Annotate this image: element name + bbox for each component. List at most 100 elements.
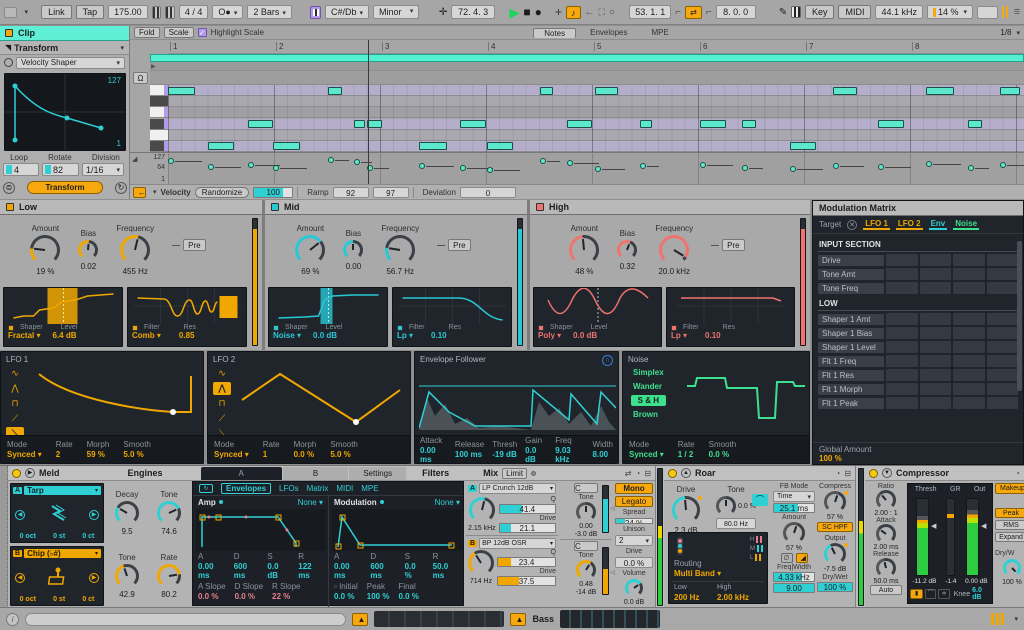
randomize-amount-field[interactable]: 100 — [253, 187, 293, 198]
shaper-type-select[interactable]: Fractal ▾ — [8, 331, 40, 340]
transform-pin-icon[interactable]: ⊜ — [3, 182, 15, 194]
punch-in-icon[interactable]: ⌐ — [675, 7, 681, 18]
save-preset-icon[interactable]: ⊟ — [644, 469, 651, 478]
clip-launch-button[interactable]: ▲ — [352, 613, 368, 626]
filter-b-pan-field[interactable]: C — [574, 541, 598, 551]
device-on-button[interactable] — [668, 469, 677, 478]
piano-key[interactable] — [150, 141, 168, 152]
subtab-matrix[interactable]: Matrix — [307, 484, 329, 493]
transform-collapse-icon[interactable]: ▾ — [120, 44, 124, 52]
matrix-target-label[interactable]: Flt 1 Res — [818, 370, 884, 381]
transfer-curve-button[interactable]: ⌒ — [925, 589, 936, 599]
lfo1-morph[interactable]: Morph59 % — [87, 440, 110, 459]
midi-note[interactable] — [367, 120, 382, 128]
midi-note[interactable] — [354, 120, 365, 128]
clear-target-icon[interactable]: ✕ — [847, 220, 857, 230]
mod-sustain[interactable]: S0.0 % — [405, 552, 424, 580]
routing-mode-select[interactable]: Multi Band ▾ — [674, 569, 721, 578]
scroll-strip[interactable] — [25, 613, 346, 626]
nudge-up-icon[interactable] — [165, 6, 175, 19]
midi-map-button[interactable]: MIDI — [838, 5, 871, 19]
clip-overview[interactable] — [560, 610, 660, 628]
noise-mode[interactable]: ModeSynced ▾ — [629, 440, 664, 459]
amount-knob[interactable]: Amount48 % — [569, 224, 599, 276]
bias-knob[interactable]: Bias0.32 — [617, 229, 637, 271]
matrix-cell[interactable] — [953, 355, 985, 367]
matrix-target-label[interactable]: Drive — [818, 255, 884, 266]
roar-tone-freq-field[interactable]: 80.0 Hz — [716, 518, 756, 529]
envf-thresh[interactable]: Thresh-19 dB — [492, 440, 517, 459]
crossover-high-field[interactable]: 2.00 kHz — [717, 593, 749, 602]
highlight-scale-checkbox[interactable]: ✓ — [198, 28, 207, 37]
scale-fold-button[interactable]: Scale — [164, 27, 194, 38]
mod-peak[interactable]: Peak100 % — [367, 582, 390, 601]
matrix-cell[interactable] — [886, 327, 918, 339]
midi-note[interactable] — [487, 142, 513, 150]
deviation-field[interactable]: 0 — [460, 187, 516, 198]
clip-stop-button[interactable]: ▲ — [510, 613, 526, 626]
lfo2-mode[interactable]: ModeSynced ▾ — [214, 440, 249, 459]
matrix-cell[interactable] — [953, 313, 985, 325]
velocity-marker[interactable] — [790, 166, 796, 172]
lane-select-chevron-icon[interactable]: ▾ — [153, 188, 157, 196]
lane-type-icon[interactable]: ◢ — [132, 155, 137, 163]
fb-mode-select[interactable]: Time▾ — [773, 491, 815, 502]
shaper-type-select[interactable]: Poly ▾ — [538, 331, 561, 340]
loop-start-field[interactable]: 53. 1. 1 — [629, 5, 671, 19]
filter-a-q-field[interactable]: 41.4 — [499, 504, 556, 514]
link-button[interactable]: Link — [41, 5, 72, 19]
filter-type-select[interactable]: Comb ▾ — [132, 331, 161, 340]
matrix-cell[interactable] — [987, 383, 1019, 395]
division-field[interactable]: 1/16▾ — [82, 163, 124, 176]
quantization-field[interactable]: 2 Bars▾ — [247, 5, 292, 19]
amp-r-slope[interactable]: R Slope22 % — [272, 582, 300, 601]
out-value[interactable]: 0.00 dB — [965, 578, 987, 585]
filter-b-type-select[interactable]: BP 12dB OSR▾ — [479, 538, 556, 549]
cpu-meter[interactable]: 14 %▾ — [927, 5, 973, 19]
bias-knob[interactable]: Bias0.02 — [78, 229, 98, 271]
matrix-cell[interactable] — [953, 282, 985, 294]
filter-b-drive-field[interactable]: 37.5 — [497, 576, 556, 586]
scale-mode-button[interactable] — [310, 6, 321, 19]
filter-a-drive-field[interactable]: 21.1 — [499, 523, 556, 533]
engine-b-oct[interactable]: 0 oct — [20, 596, 36, 603]
lfo-wave-icon-2[interactable]: ⊓ — [213, 397, 231, 410]
threshold-meter[interactable] — [916, 498, 929, 576]
output-handle-icon[interactable]: ◀ — [981, 522, 986, 530]
filter-res-field[interactable]: 0.10 — [431, 331, 447, 340]
lfo2-morph[interactable]: Morph0.0 % — [294, 440, 317, 459]
matrix-target-label[interactable]: Shaper 1 Bias — [818, 328, 884, 339]
source-env[interactable]: Env — [929, 219, 948, 230]
subtab-lfos[interactable]: LFOs — [279, 484, 299, 493]
nudge-down-icon[interactable] — [152, 6, 162, 19]
matrix-cell[interactable] — [953, 268, 985, 280]
midi-note[interactable] — [168, 87, 195, 95]
matrix-cell[interactable] — [886, 268, 918, 280]
engine-b-select[interactable]: Chip (♭#)▾ — [24, 549, 101, 558]
collapse-toolbar-icon[interactable] — [4, 7, 17, 18]
toolbar-chevron-icon[interactable]: ▾ — [24, 8, 28, 16]
matrix-cell[interactable] — [886, 282, 918, 294]
matrix-cell[interactable] — [886, 369, 918, 381]
matrix-cell[interactable] — [987, 341, 1019, 353]
global-drive-field[interactable]: 0.0 % — [615, 557, 653, 568]
rms-mode-button[interactable]: RMS — [995, 520, 1024, 530]
mod-target-select[interactable]: None ▾ — [435, 498, 460, 507]
knee-field[interactable]: 6.0 dB — [972, 587, 990, 601]
source-lfo2[interactable]: LFO 2 — [896, 219, 923, 230]
envf-release[interactable]: Release100 ms — [455, 440, 484, 459]
lfo1-mode[interactable]: ModeSynced ▾ — [7, 440, 42, 459]
midi-note[interactable] — [540, 87, 553, 95]
velocity-marker[interactable] — [742, 165, 748, 171]
roar-title-bar[interactable]: ▲ Roar ◔ ⊟ — [664, 466, 855, 481]
mod-attack[interactable]: A0.00 ms — [334, 552, 361, 580]
groove-amount-field[interactable]: O●▾ — [212, 5, 243, 19]
unison-select[interactable]: 2▾ — [615, 535, 653, 546]
midi-note[interactable] — [1000, 87, 1020, 95]
roar-tone-knob[interactable]: Tone 0.0 % 80.0 Hz — [716, 485, 756, 529]
fold-button[interactable]: Fold — [134, 27, 160, 38]
global-amount-value[interactable]: 100 % — [819, 454, 842, 463]
matrix-cell[interactable] — [920, 254, 952, 266]
midi-note[interactable] — [595, 87, 618, 95]
noise-type-2[interactable]: S & H — [631, 395, 666, 406]
